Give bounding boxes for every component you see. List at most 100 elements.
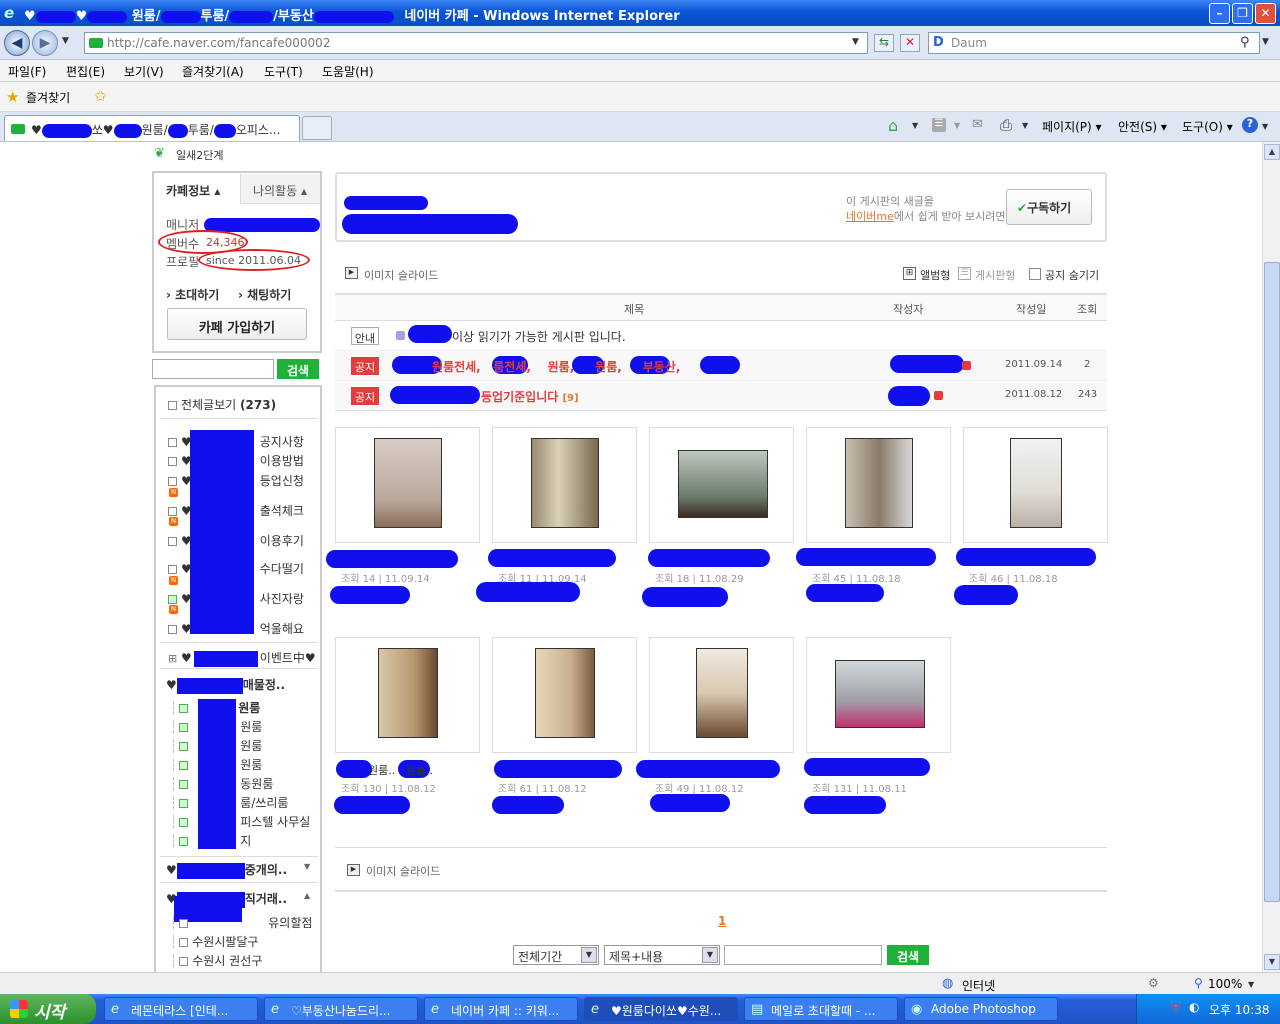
chevron-down-icon[interactable]: ▼ bbox=[304, 862, 310, 871]
album-view-icon[interactable]: ⊞ bbox=[903, 267, 916, 280]
rss-icon[interactable]: ☰ bbox=[932, 118, 946, 132]
scroll-up-button[interactable]: ▲ bbox=[1264, 144, 1280, 160]
network-icon[interactable]: ◐ bbox=[1189, 1000, 1199, 1014]
trade-menu-item[interactable]: ┆ 수원시팔달구 bbox=[170, 933, 258, 950]
invite-link[interactable]: › 초대하기 bbox=[166, 286, 219, 303]
menu-favorites[interactable]: 즐겨찾기(A) bbox=[182, 63, 244, 80]
listing-photo[interactable] bbox=[835, 660, 925, 728]
album-item[interactable] bbox=[335, 427, 480, 543]
add-favorite-icon[interactable]: ✩ bbox=[94, 87, 107, 105]
album-item[interactable] bbox=[806, 427, 951, 543]
address-dropdown-icon[interactable]: ▼ bbox=[852, 37, 859, 47]
tab-my-activity[interactable]: 나의활동 ▴ bbox=[240, 174, 320, 204]
clock[interactable]: 오후 10:38 bbox=[1209, 1001, 1269, 1018]
back-button[interactable]: ◀ bbox=[4, 30, 30, 56]
listing-photo[interactable] bbox=[378, 648, 438, 738]
stop-icon[interactable]: ✕ bbox=[900, 34, 920, 52]
listing-menu-item[interactable]: ┆ 원룸 bbox=[170, 699, 260, 716]
listing-menu-item[interactable]: ┆ 지 bbox=[170, 832, 251, 849]
print-icon[interactable]: ⎙ bbox=[1000, 116, 1012, 134]
menu-file[interactable]: 파일(F) bbox=[8, 63, 46, 80]
security-zone[interactable]: 인터넷 bbox=[962, 977, 995, 994]
cafe-search-button[interactable]: 검색 bbox=[277, 359, 319, 379]
trade-menu-item[interactable]: ┆ 수원시 권선구 bbox=[170, 952, 262, 969]
zoom-level[interactable]: 100% bbox=[1208, 977, 1242, 991]
taskbar-item[interactable]: e ♡부동산나눔드리... bbox=[264, 997, 418, 1021]
listing-menu-item[interactable]: ┆ 룸/쓰리룸 bbox=[170, 794, 288, 811]
hide-notice-checkbox[interactable] bbox=[1029, 268, 1041, 280]
history-dropdown-icon[interactable]: ▼ bbox=[62, 36, 69, 46]
vertical-scrollbar[interactable]: ▲ ▼ bbox=[1262, 142, 1280, 972]
album-item[interactable] bbox=[492, 637, 637, 753]
period-select[interactable]: 전체기간 ▼ bbox=[513, 945, 599, 965]
home-icon[interactable]: ⌂ bbox=[888, 116, 898, 135]
forward-button[interactable]: ▶ bbox=[32, 30, 58, 56]
listing-photo[interactable] bbox=[531, 438, 599, 528]
board-search-input[interactable] bbox=[724, 945, 882, 965]
album-item[interactable] bbox=[649, 427, 794, 543]
album-title[interactable]: 원룸.. 원룸.. bbox=[368, 762, 433, 778]
address-input[interactable]: http://cafe.naver.com/fancafe000002 bbox=[84, 32, 868, 54]
listing-photo[interactable] bbox=[535, 648, 595, 738]
help-dropdown-icon[interactable]: ▼ bbox=[1262, 122, 1268, 131]
refresh-icon[interactable]: ⇆ bbox=[874, 34, 894, 52]
group-brokers[interactable]: ♥ 중개의.. bbox=[166, 861, 287, 879]
cafe-search-input[interactable] bbox=[152, 359, 274, 379]
home-dropdown-icon[interactable]: ▼ bbox=[912, 121, 918, 130]
all-posts-link[interactable]: 전체글보기 (273) bbox=[168, 396, 276, 413]
image-slide-link[interactable]: 이미지 슬라이드 bbox=[364, 267, 438, 283]
maximize-button[interactable]: ❐ bbox=[1232, 3, 1253, 24]
taskbar-item[interactable]: ◉ Adobe Photoshop bbox=[904, 997, 1058, 1021]
album-view-button[interactable]: 앨범형 bbox=[920, 267, 950, 283]
sidebar-menu-item[interactable]: ♥ 출석체크 bbox=[168, 502, 304, 519]
album-item[interactable] bbox=[963, 427, 1108, 543]
start-button[interactable]: 시작 bbox=[0, 994, 96, 1024]
naver-me-link[interactable]: 네이버me bbox=[846, 210, 894, 223]
sidebar-menu-item[interactable]: ♥ 이용방법 bbox=[168, 452, 304, 469]
search-go-icon[interactable]: ⚲ bbox=[1240, 35, 1250, 50]
sidebar-menu-item[interactable]: ♥ 공지사항 bbox=[168, 433, 304, 450]
listing-photo[interactable] bbox=[696, 648, 748, 738]
listing-photo[interactable] bbox=[845, 438, 913, 528]
notice-title-link[interactable]: 원룸전세, 룸전세, 원룸, 원룸, 부동산, bbox=[432, 358, 680, 375]
album-item[interactable] bbox=[649, 637, 794, 753]
close-button[interactable]: ✕ bbox=[1255, 3, 1276, 24]
sidebar-menu-item[interactable]: ♥ 이용후기 bbox=[168, 532, 304, 549]
new-tab-button[interactable] bbox=[302, 116, 332, 140]
listing-menu-item[interactable]: ┆ 원룸 bbox=[170, 718, 262, 735]
subscribe-button[interactable]: ✔구독하기 bbox=[1006, 189, 1092, 225]
listing-photo[interactable] bbox=[374, 438, 442, 528]
slide-icon[interactable]: ▶ bbox=[347, 864, 360, 876]
taskbar-item[interactable]: e 네이버 카페 :: 키워... bbox=[424, 997, 578, 1021]
sidebar-menu-item[interactable]: ♥ 등업신청 bbox=[168, 472, 304, 489]
board-search-button[interactable]: 검색 bbox=[887, 945, 929, 965]
listing-photo[interactable] bbox=[678, 450, 768, 518]
shield-icon[interactable]: ⛨ bbox=[1171, 1000, 1181, 1015]
listing-menu-item[interactable]: ┆ 동원룸 bbox=[170, 775, 273, 792]
window-title-bar[interactable]: e ♥ ♥ 원룸/투룸//부동산 네이버 카페 - Windows Interne… bbox=[0, 0, 1280, 26]
listing-menu-item[interactable]: ┆ 원룸 bbox=[170, 737, 262, 754]
page-1-link[interactable]: 1 bbox=[718, 914, 726, 928]
notice-title-link[interactable]: 등업기준입니다 [9] bbox=[481, 388, 579, 405]
minimize-button[interactable]: – bbox=[1209, 3, 1230, 24]
sidebar-menu-item[interactable]: ♥ 억울해요 bbox=[168, 620, 304, 637]
tools-menu[interactable]: 도구(O) ▾ bbox=[1182, 118, 1233, 135]
scroll-thumb[interactable] bbox=[1264, 262, 1280, 902]
search-options-icon[interactable]: ▼ bbox=[1262, 37, 1269, 47]
chevron-up-icon[interactable]: ▲ bbox=[304, 891, 310, 900]
search-input[interactable]: D Daum bbox=[928, 32, 1260, 54]
board-view-icon[interactable]: ☰ bbox=[958, 267, 971, 280]
protected-mode-icon[interactable]: ⚙ bbox=[1148, 976, 1159, 990]
favorites-button[interactable]: 즐겨찾기 bbox=[26, 89, 70, 106]
page-menu[interactable]: 페이지(P) ▾ bbox=[1042, 118, 1102, 135]
listing-menu-item[interactable]: ┆ 피스텔 사무실 bbox=[170, 813, 310, 830]
slide-icon[interactable]: ▶ bbox=[345, 267, 358, 279]
menu-edit[interactable]: 편집(E) bbox=[66, 63, 105, 80]
tab-cafe[interactable]: ♥ 쏘♥ 원룸/투룸/오피스... bbox=[4, 115, 300, 141]
print-dropdown-icon[interactable]: ▼ bbox=[1022, 121, 1028, 130]
scroll-down-button[interactable]: ▼ bbox=[1264, 954, 1280, 970]
listing-menu-item[interactable]: ┆ 원룸 bbox=[170, 756, 262, 773]
board-view-button[interactable]: 게시판형 bbox=[975, 267, 1015, 283]
rss-dropdown-icon[interactable]: ▼ bbox=[954, 121, 960, 130]
event-menu-item[interactable]: ⊞ ♥ 이벤트中♥ bbox=[168, 649, 316, 667]
